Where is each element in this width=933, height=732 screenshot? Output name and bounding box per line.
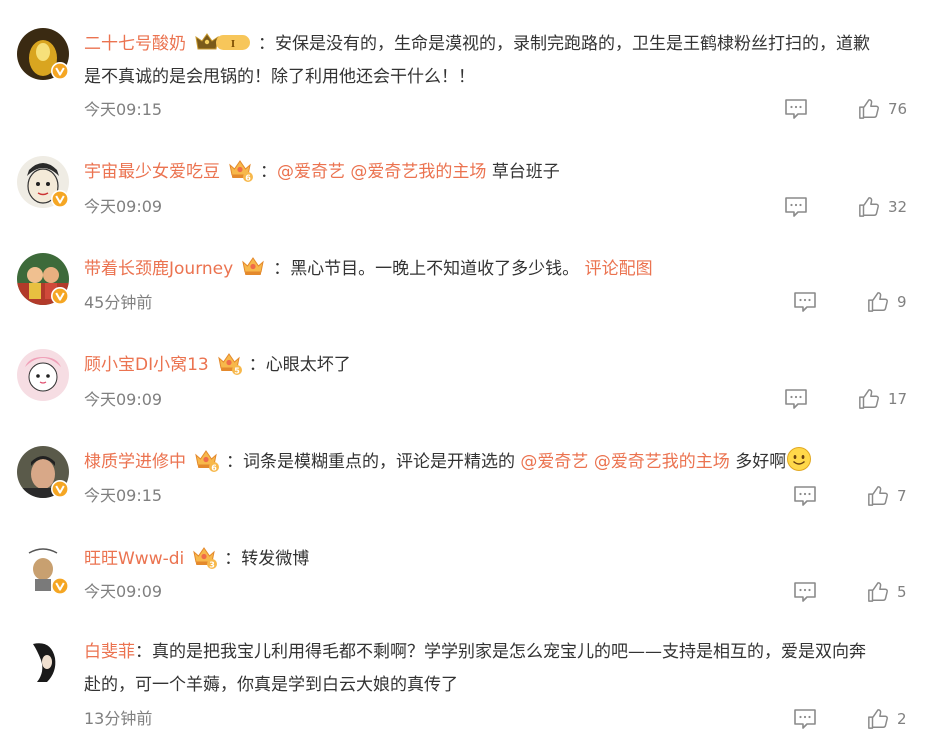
comment-text: 棣质学进修中 6 ：词条是模糊重点的，评论是开精选的 @爱奇艺 @爱奇艺我的主场… — [84, 446, 913, 479]
comment-username[interactable]: 旺旺Www-di — [84, 549, 184, 569]
comment-username[interactable]: 白斐菲 — [84, 642, 135, 662]
separator: ： — [273, 259, 291, 279]
svg-text:5: 5 — [234, 367, 240, 376]
comment-icon[interactable] — [793, 581, 817, 603]
comment-icon[interactable] — [793, 291, 817, 313]
comment-body: 黑心节目。一晚上不知道收了多少钱。 — [290, 259, 580, 279]
comment-username[interactable]: 二十七号酸奶 — [84, 34, 186, 54]
avatar-image — [17, 636, 69, 688]
like-button[interactable]: 2 — [867, 708, 911, 732]
comment-username[interactable]: 宇宙最少女爱吃豆 — [84, 162, 220, 182]
separator: ： — [248, 355, 266, 375]
like-button[interactable]: 9 — [867, 291, 911, 315]
comment-text: 二十七号酸奶 I ：安保是没有的，生命是漠视的，录制完跑路的，卫生是王鹤棣粉丝打… — [84, 28, 913, 94]
comment-body: 转发微博 — [241, 549, 310, 569]
comment-icon[interactable] — [784, 196, 808, 218]
thumbs-up-icon — [867, 708, 889, 730]
like-button[interactable]: 7 — [867, 485, 911, 509]
fan-medal-icon[interactable]: I — [194, 31, 252, 53]
like-count: 17 — [888, 390, 908, 408]
comment-actions: 9 — [0, 291, 933, 315]
comment-username[interactable]: 顾小宝DI小窝13 — [84, 355, 209, 375]
svg-text:6: 6 — [245, 174, 251, 183]
comment-icon[interactable] — [784, 388, 808, 410]
avatar[interactable] — [17, 636, 69, 688]
comment-body-end: 多好啊 — [735, 452, 787, 472]
comment-username[interactable]: 带着长颈鹿Journey — [84, 259, 233, 279]
thumbs-up-icon — [858, 196, 880, 218]
mention-link[interactable]: @爱奇艺我的主场 — [594, 452, 730, 472]
fan-medal-icon[interactable] — [241, 255, 267, 279]
thumbs-up-icon — [858, 98, 880, 120]
thumbs-up-icon — [867, 291, 889, 313]
comment-icon[interactable] — [784, 98, 808, 120]
svg-text:3: 3 — [209, 561, 215, 570]
comment-username[interactable]: 棣质学进修中 — [84, 452, 186, 472]
fan-medal-icon[interactable]: 6 — [228, 158, 254, 182]
comment-text: 宇宙最少女爱吃豆 6 ：@爱奇艺 @爱奇艺我的主场 草台班子 — [84, 156, 913, 189]
comment-body: 安保是没有的，生命是漠视的，录制完跑路的，卫生是王鹤棣粉丝打扫的，道歉 — [275, 34, 870, 54]
separator: ： — [260, 162, 277, 182]
separator: ： — [224, 549, 242, 569]
like-button[interactable]: 5 — [867, 581, 911, 605]
like-count: 32 — [888, 198, 908, 216]
like-count: 2 — [897, 710, 907, 728]
like-count: 76 — [888, 100, 908, 118]
fan-medal-icon[interactable]: 5 — [217, 351, 243, 375]
verified-badge-icon — [51, 62, 69, 80]
comment-icon[interactable] — [793, 485, 817, 507]
thumbs-up-icon — [867, 485, 889, 507]
comment-text: 白斐菲：真的是把我宝儿利用得毛都不剩啊？学学别家是怎么宠宝儿的吧——支持是相互的… — [84, 636, 913, 702]
avatar[interactable] — [17, 28, 69, 80]
svg-text:I: I — [231, 38, 235, 50]
comment-body-cont: 赴的，可一个羊薅，你真是学到白云大娘的真传了 — [84, 675, 458, 695]
separator: ： — [258, 34, 275, 54]
separator: ： — [135, 642, 152, 662]
comment-actions: 32 — [0, 196, 933, 220]
comment-text: 旺旺Www-di 3 ：转发微博 — [84, 543, 913, 576]
comment-picture-link[interactable]: 评论配图 — [585, 259, 653, 279]
thumbs-up-icon — [858, 388, 880, 410]
like-button[interactable]: 76 — [858, 98, 908, 122]
comment-icon[interactable] — [793, 708, 817, 730]
comment-actions: 2 — [0, 708, 933, 732]
like-button[interactable]: 32 — [858, 196, 908, 220]
like-count: 9 — [897, 293, 907, 311]
fan-medal-icon[interactable]: 6 — [194, 448, 220, 472]
smile-emoji — [787, 447, 812, 471]
comment-body: 心眼太坏了 — [265, 355, 351, 375]
fan-medal-icon[interactable]: 3 — [192, 545, 218, 569]
mention-link[interactable]: @爱奇艺 — [520, 452, 588, 472]
comment-actions: 17 — [0, 388, 933, 412]
mention-link[interactable]: @爱奇艺我的主场 — [350, 162, 486, 182]
like-button[interactable]: 17 — [858, 388, 908, 412]
comment-actions: 7 — [0, 485, 933, 509]
separator: ： — [226, 452, 243, 472]
svg-text:6: 6 — [211, 464, 217, 473]
comment-body: 词条是模糊重点的，评论是开精选的 — [243, 452, 515, 472]
comment-body: 草台班子 — [491, 162, 560, 182]
comment-actions: 5 — [0, 581, 933, 605]
comment-body-cont: 是不真诚的是会甩锅的！除了利用他还会干什么！！ — [84, 67, 475, 87]
like-count: 5 — [897, 583, 907, 601]
comment-body: 真的是把我宝儿利用得毛都不剩啊？学学别家是怎么宠宝儿的吧——支持是相互的，爱是双… — [152, 642, 866, 662]
comment-actions: 76 — [0, 98, 933, 122]
mention-link[interactable]: @爱奇艺 — [277, 162, 345, 182]
like-count: 7 — [897, 487, 907, 505]
comment-text: 顾小宝DI小窝13 5 ：心眼太坏了 — [84, 349, 913, 382]
comment-text: 带着长颈鹿Journey ：黑心节目。一晚上不知道收了多少钱。 评论配图 — [84, 253, 913, 286]
thumbs-up-icon — [867, 581, 889, 603]
